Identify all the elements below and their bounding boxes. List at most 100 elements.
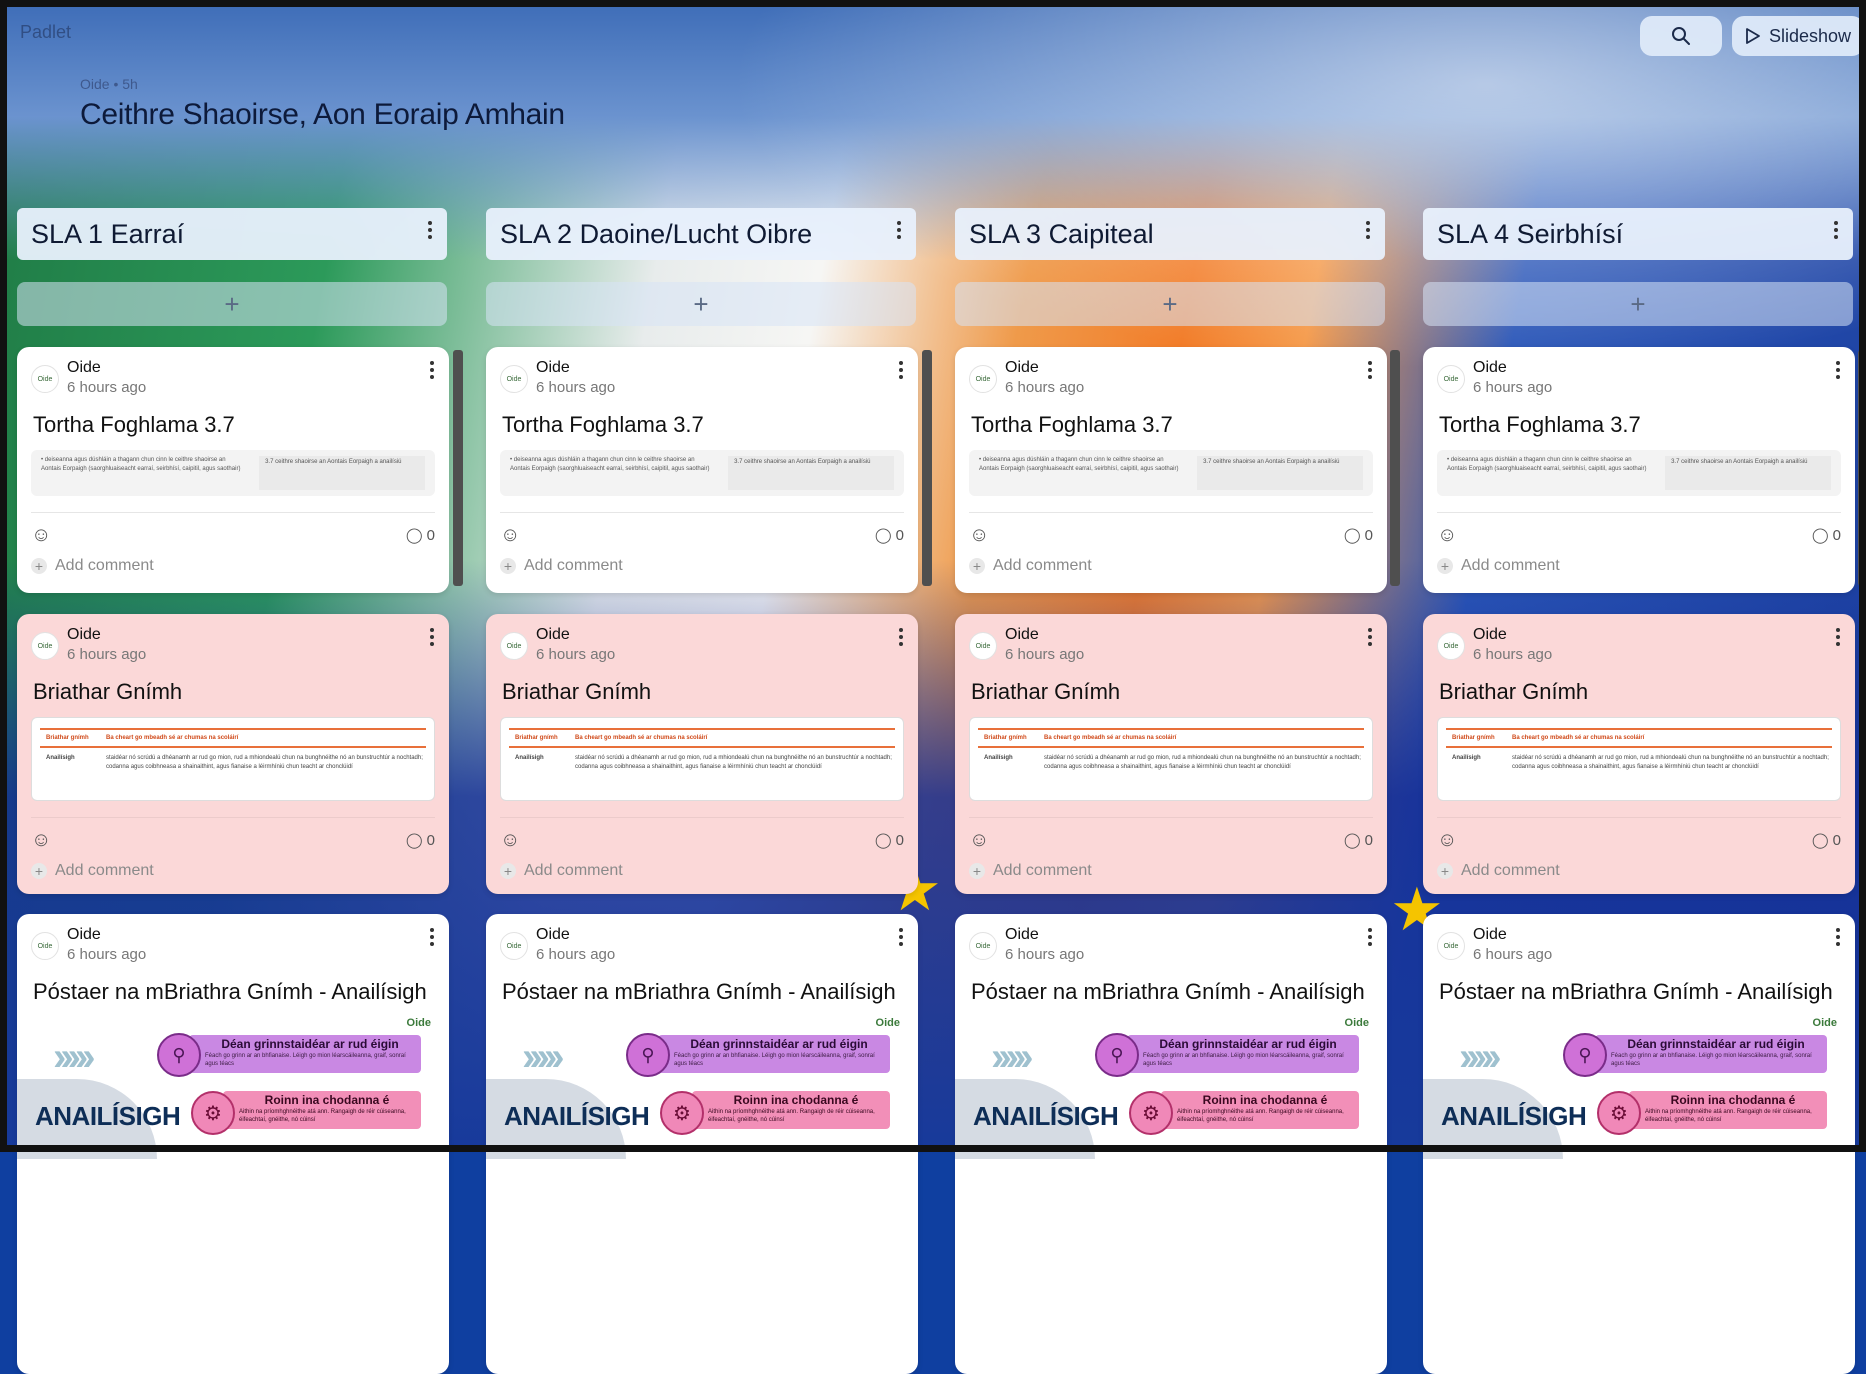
- add-comment-button[interactable]: + Add comment: [969, 557, 1373, 575]
- more-vertical-icon[interactable]: [898, 361, 904, 379]
- add-comment-button[interactable]: + Add comment: [31, 862, 435, 880]
- emoji-add-icon[interactable]: ☺: [969, 829, 989, 852]
- preview-text: • deiseanna agus dúshláin a thagann chun…: [510, 457, 710, 472]
- more-vertical-icon[interactable]: [1835, 628, 1841, 646]
- more-vertical-icon[interactable]: [898, 928, 904, 946]
- plus-icon: +: [1162, 288, 1178, 319]
- post-card[interactable]: Oide Oide 6 hours ago Póstaer na mBriath…: [1423, 914, 1855, 1374]
- comment-icon: ◯: [1343, 527, 1361, 544]
- magnifier-icon: ⚲: [626, 1033, 670, 1077]
- column-scrollbar[interactable]: [1858, 350, 1864, 586]
- search-button[interactable]: [1640, 16, 1722, 56]
- emoji-add-icon[interactable]: ☺: [31, 829, 51, 852]
- more-vertical-icon[interactable]: [898, 628, 904, 646]
- attachment-preview[interactable]: Oide ››››› ANAILÍSIGH Déan grinnstaidéar…: [955, 1017, 1373, 1159]
- add-comment-button[interactable]: + Add comment: [500, 862, 904, 880]
- avatar: Oide: [1437, 932, 1465, 960]
- add-post-button[interactable]: +: [1423, 282, 1853, 326]
- emoji-add-icon[interactable]: ☺: [500, 524, 520, 547]
- attachment-preview[interactable]: Oide ››››› ANAILÍSIGH Déan grinnstaidéar…: [17, 1017, 435, 1159]
- add-post-button[interactable]: +: [486, 282, 916, 326]
- more-vertical-icon[interactable]: [1833, 221, 1839, 239]
- app-logo[interactable]: Padlet: [20, 22, 71, 43]
- add-comment-button[interactable]: + Add comment: [969, 862, 1373, 880]
- comment-count[interactable]: ◯ 0: [1812, 526, 1841, 545]
- more-vertical-icon[interactable]: [1367, 628, 1373, 646]
- avatar: Oide: [31, 932, 59, 960]
- more-vertical-icon[interactable]: [1367, 361, 1373, 379]
- attachment-preview[interactable]: • deiseanna agus dúshláin a thagann chun…: [969, 450, 1373, 496]
- emoji-add-icon[interactable]: ☺: [500, 829, 520, 852]
- comment-count[interactable]: ◯ 0: [1344, 831, 1373, 850]
- comment-count[interactable]: ◯ 0: [875, 526, 904, 545]
- more-vertical-icon[interactable]: [429, 928, 435, 946]
- attachment-preview[interactable]: • deiseanna agus dúshláin a thagann chun…: [1437, 450, 1841, 496]
- post-card[interactable]: Oide Oide 6 hours ago Póstaer na mBriath…: [17, 914, 449, 1374]
- comment-count[interactable]: ◯ 0: [406, 831, 435, 850]
- post-card[interactable]: Oide Oide 6 hours ago Briathar Gnímh Bri…: [1423, 614, 1855, 894]
- table-cell: Ba cheart go mbeadh sé ar chumas na scol…: [575, 735, 708, 741]
- more-vertical-icon[interactable]: [1835, 928, 1841, 946]
- poster-box-text: Aithin na príomhghnéithe atá ann. Rangai…: [1645, 1109, 1812, 1123]
- post-card[interactable]: Oide Oide 6 hours ago Briathar Gnímh Bri…: [17, 614, 449, 894]
- more-vertical-icon[interactable]: [427, 221, 433, 239]
- attachment-preview[interactable]: • deiseanna agus dúshláin a thagann chun…: [500, 450, 904, 496]
- attachment-preview[interactable]: Oide ››››› ANAILÍSIGH Déan grinnstaidéar…: [1423, 1017, 1841, 1159]
- add-post-button[interactable]: +: [17, 282, 447, 326]
- post-card[interactable]: Oide Oide 6 hours ago Briathar Gnímh Bri…: [486, 614, 918, 894]
- post-card[interactable]: Oide Oide 6 hours ago Tortha Foghlama 3.…: [955, 347, 1387, 593]
- attachment-preview[interactable]: • deiseanna agus dúshláin a thagann chun…: [31, 450, 435, 496]
- add-comment-button[interactable]: + Add comment: [1437, 557, 1841, 575]
- post-time: 6 hours ago: [67, 646, 147, 663]
- emoji-add-icon[interactable]: ☺: [1437, 524, 1457, 547]
- add-comment-button[interactable]: + Add comment: [1437, 862, 1841, 880]
- attachment-preview[interactable]: Briathar gnímh Ba cheart go mbeadh sé ar …: [500, 717, 904, 801]
- more-vertical-icon[interactable]: [429, 361, 435, 379]
- comment-count[interactable]: ◯ 0: [875, 831, 904, 850]
- poster-box-title: Déan grinnstaidéar ar rud éigin: [1627, 1037, 1805, 1051]
- post-card[interactable]: Oide Oide 6 hours ago Póstaer na mBriath…: [486, 914, 918, 1374]
- avatar: Oide: [31, 365, 59, 393]
- post-card[interactable]: Oide Oide 6 hours ago Póstaer na mBriath…: [955, 914, 1387, 1374]
- more-vertical-icon[interactable]: [429, 628, 435, 646]
- column-sla-3: SLA 3 Caipiteal + Oide Oide 6 hours ago …: [955, 208, 1387, 1374]
- comment-count[interactable]: ◯ 0: [406, 526, 435, 545]
- column-scrollbar[interactable]: [453, 350, 463, 586]
- comment-count[interactable]: ◯ 0: [1811, 831, 1841, 850]
- poster-box-title: Déan grinnstaidéar ar rud éigin: [690, 1037, 868, 1051]
- table-cell: staidéar nó scrúdú a dhéanamh ar rud go …: [575, 755, 892, 770]
- chevrons-icon: ›››››: [1459, 1035, 1502, 1079]
- column-sla-1: SLA 1 Earraí + Oide Oide 6 hours ago Tor…: [17, 208, 449, 1374]
- post-card[interactable]: Oide Oide 6 hours ago Briathar Gnímh Bri…: [955, 614, 1387, 894]
- column-scrollbar[interactable]: [922, 350, 932, 586]
- comment-icon: ◯: [1811, 832, 1829, 849]
- comment-count[interactable]: ◯ 0: [1343, 526, 1373, 545]
- add-comment-label: Add comment: [1461, 557, 1560, 574]
- author-name: Oide: [1473, 626, 1507, 643]
- post-card[interactable]: Oide Oide 6 hours ago Tortha Foghlama 3.…: [17, 347, 449, 593]
- more-vertical-icon[interactable]: [1365, 221, 1371, 239]
- post-card[interactable]: Oide Oide 6 hours ago Tortha Foghlama 3.…: [1423, 347, 1855, 593]
- emoji-add-icon[interactable]: ☺: [31, 524, 51, 547]
- add-post-button[interactable]: +: [955, 282, 1385, 326]
- add-comment-label: Add comment: [55, 557, 154, 574]
- more-vertical-icon[interactable]: [896, 221, 902, 239]
- attachment-preview[interactable]: Oide ››››› ANAILÍSIGH Déan grinnstaidéar…: [486, 1017, 904, 1159]
- preview-text: 3.7 ceithre shaoirse an Aontais Eorpaigh…: [1665, 456, 1831, 490]
- emoji-add-icon[interactable]: ☺: [969, 524, 989, 547]
- slideshow-button[interactable]: Slideshow: [1732, 16, 1864, 56]
- attachment-preview[interactable]: Briathar gnímh Ba cheart go mbeadh sé ar …: [1437, 717, 1841, 801]
- column-sla-2: SLA 2 Daoine/Lucht Oibre + Oide Oide 6 h…: [486, 208, 918, 1374]
- attachment-preview[interactable]: Briathar gnímh Ba cheart go mbeadh sé ar …: [31, 717, 435, 801]
- poster-box-text: Aithin na príomhghnéithe atá ann. Rangai…: [1177, 1109, 1344, 1123]
- table-cell: staidéar nó scrúdú a dhéanamh ar rud go …: [1512, 755, 1829, 770]
- attachment-preview[interactable]: Briathar gnímh Ba cheart go mbeadh sé ar …: [969, 717, 1373, 801]
- post-card[interactable]: Oide Oide 6 hours ago Tortha Foghlama 3.…: [486, 347, 918, 593]
- add-comment-button[interactable]: + Add comment: [500, 557, 904, 575]
- emoji-add-icon[interactable]: ☺: [1437, 829, 1457, 852]
- poster-box-text: Féach go grinn ar an bhfianaise. Léigh g…: [1611, 1053, 1812, 1067]
- more-vertical-icon[interactable]: [1367, 928, 1373, 946]
- add-comment-button[interactable]: + Add comment: [31, 557, 435, 575]
- more-vertical-icon[interactable]: [1835, 361, 1841, 379]
- column-scrollbar[interactable]: [1390, 350, 1400, 586]
